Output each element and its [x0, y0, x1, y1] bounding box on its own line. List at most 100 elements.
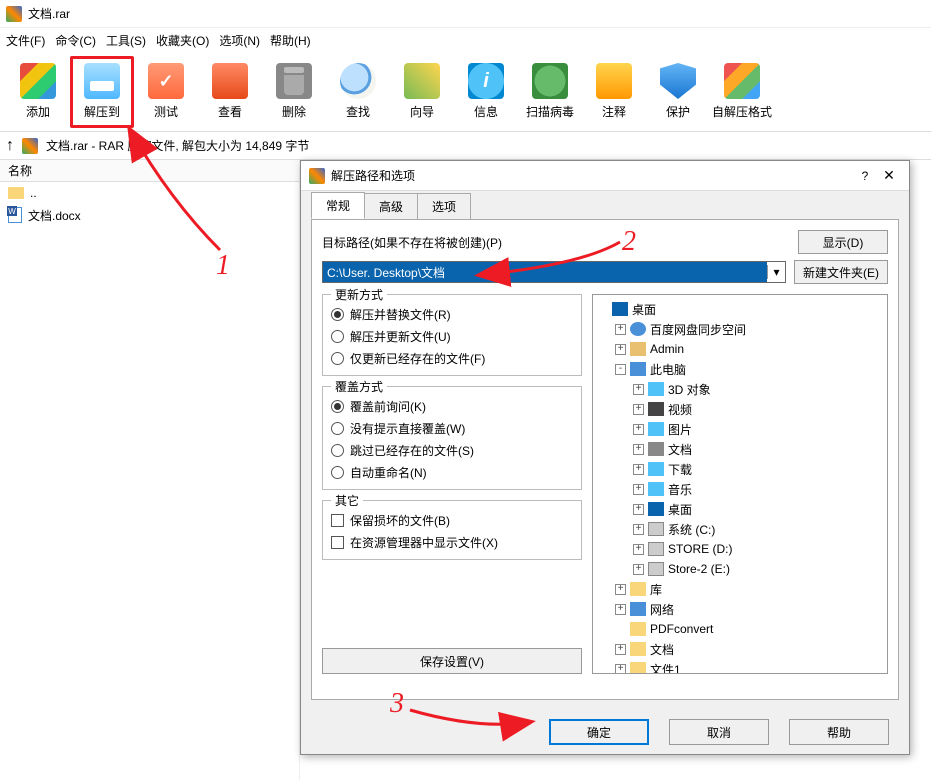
toolbar-protect-button[interactable]: 保护 [646, 56, 710, 128]
show-button[interactable]: 显示(D) [798, 230, 888, 254]
tree-node[interactable]: +音乐 [597, 479, 883, 499]
radio-freshen[interactable] [331, 352, 344, 365]
menu-tools[interactable]: 工具(S) [106, 32, 146, 49]
expand-icon[interactable]: + [633, 404, 644, 415]
expand-icon[interactable]: + [615, 604, 626, 615]
radio-overwrite[interactable] [331, 422, 344, 435]
nav-up-button[interactable]: ↑ [6, 137, 14, 155]
save-settings-button[interactable]: 保存设置(V) [322, 648, 582, 674]
net-icon [630, 602, 646, 616]
tree-node[interactable]: 桌面 [597, 299, 883, 319]
check-keep-broken[interactable] [331, 514, 344, 527]
tree-node[interactable]: +下载 [597, 459, 883, 479]
tree-node[interactable]: +文档 [597, 639, 883, 659]
tree-node[interactable]: +网络 [597, 599, 883, 619]
toolbar-info-button[interactable]: 信息 [454, 56, 518, 128]
new-folder-button[interactable]: 新建文件夹(E) [794, 260, 888, 284]
cancel-button[interactable]: 取消 [669, 719, 769, 745]
menu-command[interactable]: 命令(C) [55, 32, 96, 49]
group-other: 其它 保留损坏的文件(B) 在资源管理器中显示文件(X) [322, 500, 582, 560]
dialog-title: 解压路径和选项 [331, 167, 853, 184]
tree-node[interactable]: +文件1 [597, 659, 883, 674]
tab-general[interactable]: 常规 [311, 192, 365, 219]
tree-label: Admin [650, 342, 684, 356]
file-name: 文档.docx [28, 207, 81, 224]
toolbar-extract-button[interactable]: 解压到 [70, 56, 134, 128]
tree-node[interactable]: +视频 [597, 399, 883, 419]
archive-icon [22, 138, 38, 154]
toolbar-find-button[interactable]: 查找 [326, 56, 390, 128]
expand-icon[interactable]: + [615, 644, 626, 655]
tab-options[interactable]: 选项 [417, 193, 471, 219]
tree-node[interactable]: +3D 对象 [597, 379, 883, 399]
tree-node[interactable]: +STORE (D:) [597, 539, 883, 559]
radio-ask[interactable] [331, 400, 344, 413]
toolbar-virus-button[interactable]: 扫描病毒 [518, 56, 582, 128]
annotation-3: 3 [390, 688, 404, 720]
radio-replace[interactable] [331, 308, 344, 321]
tree-node[interactable]: +文档 [597, 439, 883, 459]
tree-node[interactable]: -此电脑 [597, 359, 883, 379]
toolbar-delete-button[interactable]: 删除 [262, 56, 326, 128]
tree-node[interactable]: + Store-2 (E:) [597, 559, 883, 579]
folder-tree[interactable]: 桌面+百度网盘同步空间+Admin-此电脑+3D 对象+视频+图片+文档+下载+… [592, 294, 888, 674]
menu-favorites[interactable]: 收藏夹(O) [156, 32, 209, 49]
menu-options[interactable]: 选项(N) [219, 32, 260, 49]
expand-icon[interactable]: + [615, 344, 626, 355]
expand-icon[interactable]: + [633, 544, 644, 555]
tree-node[interactable]: + Admin [597, 339, 883, 359]
expand-icon[interactable]: + [633, 484, 644, 495]
list-item[interactable]: 文档.docx [0, 204, 299, 226]
title-redacted [70, 8, 112, 20]
expand-icon[interactable]: + [615, 664, 626, 675]
pc-icon [630, 362, 646, 376]
expand-icon[interactable]: + [633, 444, 644, 455]
folder-icon [8, 187, 24, 199]
help-button-footer[interactable]: 帮助 [789, 719, 889, 745]
check-show-explorer[interactable] [331, 536, 344, 549]
radio-rename[interactable] [331, 466, 344, 479]
label-freshen: 仅更新已经存在的文件(F) [350, 350, 485, 367]
toolbar-comment-button[interactable]: 注释 [582, 56, 646, 128]
chevron-down-icon[interactable]: ▾ [767, 265, 785, 279]
tree-node[interactable]: +图片 [597, 419, 883, 439]
tree-node[interactable]: +库 [597, 579, 883, 599]
menu-file[interactable]: 文件(F) [6, 32, 45, 49]
music-icon [648, 482, 664, 496]
help-button[interactable]: ? [853, 169, 877, 183]
expand-icon[interactable]: + [633, 524, 644, 535]
expand-icon[interactable]: + [633, 504, 644, 515]
toolbar-wizard-button[interactable]: 向导 [390, 56, 454, 128]
close-button[interactable]: ✕ [877, 167, 901, 184]
expand-icon[interactable]: + [633, 564, 644, 575]
folder-icon [630, 622, 646, 636]
toolbar-view-button[interactable]: 查看 [198, 56, 262, 128]
tree-node[interactable]: +百度网盘同步空间 [597, 319, 883, 339]
tree-node[interactable]: +桌面 [597, 499, 883, 519]
group-update: 更新方式 解压并替换文件(R) 解压并更新文件(U) 仅更新已经存在的文件(F) [322, 294, 582, 376]
label-update: 解压并更新文件(U) [350, 328, 451, 345]
comment-icon [596, 63, 632, 99]
expand-icon[interactable]: + [633, 464, 644, 475]
menu-help[interactable]: 帮助(H) [270, 32, 311, 49]
list-item[interactable]: .. [0, 182, 299, 204]
tree-node[interactable]: PDFconvert [597, 619, 883, 639]
extract-dialog: 解压路径和选项 ? ✕ 常规 高级 选项 目标路径(如果不存在将被创建)(P) … [300, 160, 910, 755]
radio-skip[interactable] [331, 444, 344, 457]
tree-node[interactable]: +系统 (C:) [597, 519, 883, 539]
column-header-name[interactable]: 名称 [0, 160, 299, 182]
path-combobox[interactable]: C:\User. Desktop\文档 ▾ [322, 261, 786, 283]
toolbar-sfx-button[interactable]: 自解压格式 [710, 56, 774, 128]
toolbar-test-button[interactable]: 测试 [134, 56, 198, 128]
tree-label: Store-2 (E:) [668, 562, 730, 576]
toolbar-add-button[interactable]: 添加 [6, 56, 70, 128]
ok-button[interactable]: 确定 [549, 719, 649, 745]
expand-icon[interactable]: + [615, 584, 626, 595]
radio-update[interactable] [331, 330, 344, 343]
tab-advanced[interactable]: 高级 [364, 193, 418, 219]
expand-icon[interactable]: + [615, 324, 626, 335]
expand-icon[interactable]: + [633, 424, 644, 435]
expand-icon[interactable]: - [615, 364, 626, 375]
toolbar-find-label: 查找 [346, 103, 370, 120]
expand-icon[interactable]: + [633, 384, 644, 395]
